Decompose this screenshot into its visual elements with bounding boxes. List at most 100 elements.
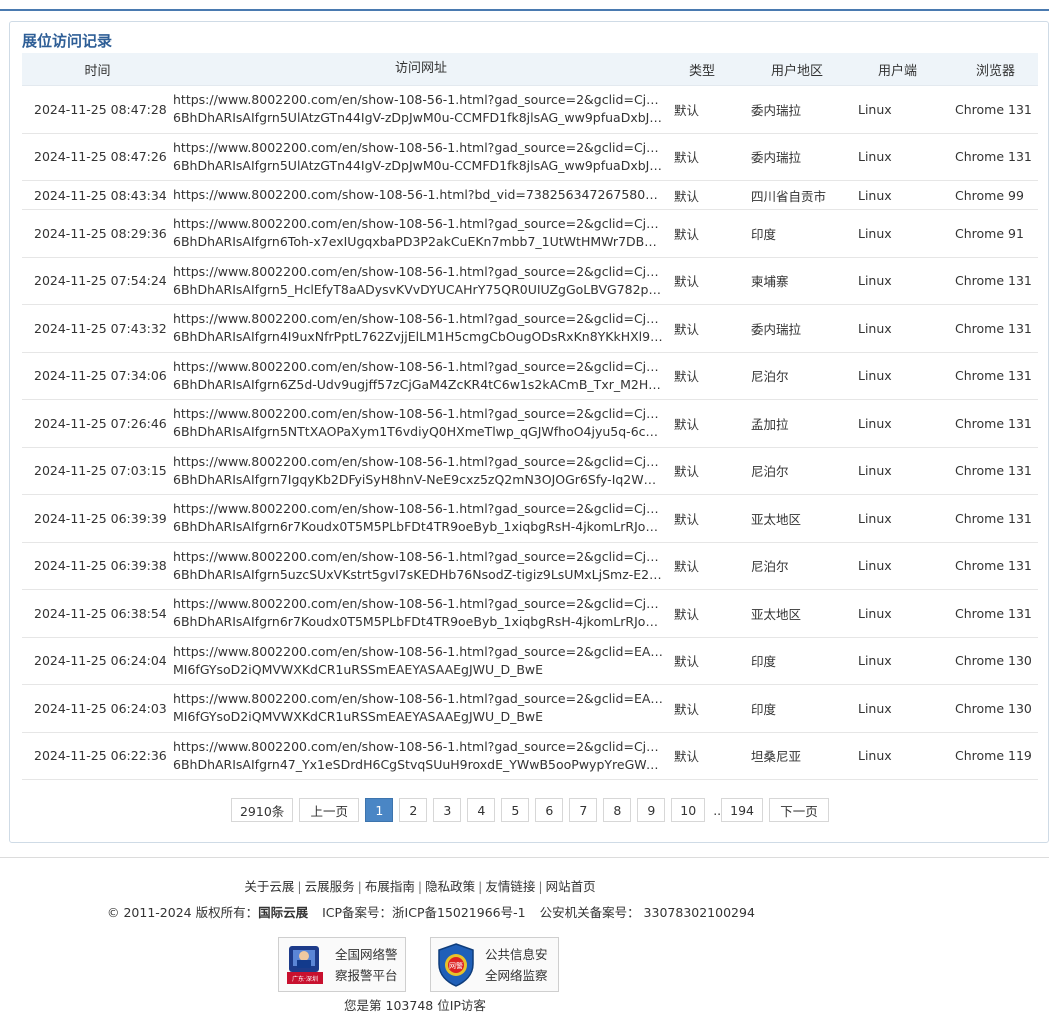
url-line[interactable]: https://www.8002200.com/en/show-108-56-1… bbox=[173, 500, 663, 518]
page-button-4[interactable]: 4 bbox=[467, 798, 496, 822]
cell-client: Linux bbox=[858, 748, 892, 764]
url-line[interactable]: 6BhDhARIsAIfgrn5NTtXAOPaXym1T6vdiyQ0HXme… bbox=[173, 423, 663, 441]
badge1-line1: 全国网络警 bbox=[335, 946, 398, 962]
prev-page-button[interactable]: 上一页 bbox=[299, 798, 360, 822]
cell-url[interactable]: https://www.8002200.com/en/show-108-56-1… bbox=[173, 139, 669, 175]
url-line[interactable]: https://www.8002200.com/en/show-108-56-1… bbox=[173, 595, 663, 613]
cell-region: 柬埔寨 bbox=[751, 274, 789, 290]
cell-time: 2024-11-25 07:34:06 bbox=[34, 368, 167, 384]
page-button-2[interactable]: 2 bbox=[399, 798, 428, 822]
url-line[interactable]: 6BhDhARIsAIfgrn5uzcSUxVKstrt5gvI7sKEDHb7… bbox=[173, 566, 663, 584]
cell-region: 孟加拉 bbox=[751, 416, 789, 432]
icp-link[interactable]: ICP备案号：浙ICP备15021966号-1 bbox=[322, 905, 526, 920]
cell-region: 尼泊尔 bbox=[751, 464, 789, 480]
url-line[interactable]: https://www.8002200.com/en/show-108-56-1… bbox=[173, 139, 663, 157]
cell-client: Linux bbox=[858, 605, 892, 621]
police-report-platform-badge[interactable]: 广东·深圳 全国网络警 察报警平台 bbox=[278, 937, 406, 992]
footer-link[interactable]: 云展服务 bbox=[305, 879, 355, 894]
cell-url[interactable]: https://www.8002200.com/show-108-56-1.ht… bbox=[173, 186, 669, 204]
footer-link[interactable]: 隐私政策 bbox=[425, 879, 475, 894]
cell-client: Linux bbox=[858, 273, 892, 289]
cell-browser: Chrome 130 bbox=[955, 653, 1032, 669]
footer-link[interactable]: 关于云展 bbox=[244, 879, 294, 894]
url-line[interactable]: https://www.8002200.com/en/show-108-56-1… bbox=[173, 215, 663, 233]
cell-url[interactable]: https://www.8002200.com/en/show-108-56-1… bbox=[173, 91, 669, 127]
badge2-line2: 全网络监察 bbox=[485, 967, 548, 983]
url-line[interactable]: 6BhDhARIsAIfgrn6r7Koudx0T5M5PLbFDt4TR9oe… bbox=[173, 518, 663, 536]
url-line[interactable]: https://www.8002200.com/en/show-108-56-1… bbox=[173, 690, 663, 708]
network-security-badge[interactable]: 网警 公共信息安 全网络监察 bbox=[430, 937, 559, 992]
url-line[interactable]: 6BhDhARIsAIfgrn6Toh-x7exIUgqxbaPD3P2akCu… bbox=[173, 233, 663, 251]
page-button-9[interactable]: 9 bbox=[637, 798, 666, 822]
cell-url[interactable]: https://www.8002200.com/en/show-108-56-1… bbox=[173, 215, 669, 251]
cell-time: 2024-11-25 08:47:26 bbox=[34, 149, 167, 165]
url-line[interactable]: https://www.8002200.com/show-108-56-1.ht… bbox=[173, 186, 663, 204]
url-line[interactable]: https://www.8002200.com/en/show-108-56-1… bbox=[173, 405, 663, 423]
url-line[interactable]: https://www.8002200.com/en/show-108-56-1… bbox=[173, 358, 663, 376]
url-line[interactable]: https://www.8002200.com/en/show-108-56-1… bbox=[173, 453, 663, 471]
cell-url[interactable]: https://www.8002200.com/en/show-108-56-1… bbox=[173, 453, 669, 489]
cell-browser: Chrome 131 bbox=[955, 101, 1032, 117]
table-row: 2024-11-25 08:43:34 https://www.8002200.c… bbox=[22, 181, 1038, 210]
cell-url[interactable]: https://www.8002200.com/en/show-108-56-1… bbox=[173, 738, 669, 774]
cell-client: Linux bbox=[858, 101, 892, 117]
url-line[interactable]: 6BhDhARIsAIfgrn5UlAtzGTn44IgV-zDpJwM0u-C… bbox=[173, 109, 663, 127]
url-line[interactable]: 6BhDhARIsAIfgrn5_HclEfyT8aADysvKVvDYUCAH… bbox=[173, 281, 663, 299]
page-button-1[interactable]: 1 bbox=[365, 798, 394, 822]
page-button-3[interactable]: 3 bbox=[433, 798, 462, 822]
cell-browser: Chrome 99 bbox=[955, 187, 1024, 203]
page-button-8[interactable]: 8 bbox=[603, 798, 632, 822]
page-button-5[interactable]: 5 bbox=[501, 798, 530, 822]
cell-type: 默认 bbox=[674, 701, 700, 717]
cell-type: 默认 bbox=[674, 226, 700, 242]
cell-url[interactable]: https://www.8002200.com/en/show-108-56-1… bbox=[173, 358, 669, 394]
cell-type: 默认 bbox=[674, 464, 700, 480]
url-line[interactable]: https://www.8002200.com/en/show-108-56-1… bbox=[173, 91, 663, 109]
cell-region: 印度 bbox=[751, 654, 777, 670]
url-line[interactable]: 6BhDhARIsAIfgrn4I9uxNfrPptL762ZvjjElLM1H… bbox=[173, 328, 663, 346]
url-line[interactable]: https://www.8002200.com/en/show-108-56-1… bbox=[173, 643, 663, 661]
cell-type: 默认 bbox=[674, 369, 700, 385]
cell-client: Linux bbox=[858, 653, 892, 669]
cell-time: 2024-11-25 06:38:54 bbox=[34, 605, 167, 621]
cell-time: 2024-11-25 06:24:04 bbox=[34, 653, 167, 669]
cell-time: 2024-11-25 08:47:28 bbox=[34, 101, 167, 117]
url-line[interactable]: 6BhDhARIsAIfgrn6r7Koudx0T5M5PLbFDt4TR9oe… bbox=[173, 613, 663, 631]
url-line[interactable]: https://www.8002200.com/en/show-108-56-1… bbox=[173, 263, 663, 281]
footer-separator: | bbox=[417, 879, 423, 894]
next-page-button[interactable]: 下一页 bbox=[769, 798, 830, 822]
visit-log-table: 时间 访问网址 类型 用户地区 用户端 浏览器 2024-11-25 08:47… bbox=[22, 53, 1038, 780]
cell-type: 默认 bbox=[674, 606, 700, 622]
url-line[interactable]: 6BhDhARIsAIfgrn47_Yx1eSDrdH6CgStvqSUuH9r… bbox=[173, 756, 663, 774]
url-line[interactable]: https://www.8002200.com/en/show-108-56-1… bbox=[173, 310, 663, 328]
cell-url[interactable]: https://www.8002200.com/en/show-108-56-1… bbox=[173, 263, 669, 299]
cell-type: 默认 bbox=[674, 654, 700, 670]
cell-url[interactable]: https://www.8002200.com/en/show-108-56-1… bbox=[173, 405, 669, 441]
footer-link[interactable]: 网站首页 bbox=[546, 879, 596, 894]
url-line[interactable]: MI6fGYsoD2iQMVWXKdCR1uRSSmEAEYASAAEgJWU_… bbox=[173, 661, 663, 679]
cell-url[interactable]: https://www.8002200.com/en/show-108-56-1… bbox=[173, 310, 669, 346]
footer-link[interactable]: 友情链接 bbox=[485, 879, 535, 894]
cell-url[interactable]: https://www.8002200.com/en/show-108-56-1… bbox=[173, 643, 669, 679]
url-line[interactable]: 6BhDhARIsAIfgrn7IgqyKb2DFyiSyH8hnV-NeE9c… bbox=[173, 471, 663, 489]
cell-url[interactable]: https://www.8002200.com/en/show-108-56-1… bbox=[173, 500, 669, 536]
cell-url[interactable]: https://www.8002200.com/en/show-108-56-1… bbox=[173, 690, 669, 726]
url-line[interactable]: https://www.8002200.com/en/show-108-56-1… bbox=[173, 738, 663, 756]
url-line[interactable]: 6BhDhARIsAIfgrn5UlAtzGTn44IgV-zDpJwM0u-C… bbox=[173, 157, 663, 175]
cell-client: Linux bbox=[858, 463, 892, 479]
footer-link[interactable]: 布展指南 bbox=[365, 879, 415, 894]
cell-browser: Chrome 131 bbox=[955, 463, 1032, 479]
url-line[interactable]: 6BhDhARIsAIfgrn6Z5d-Udv9ugjff57zCjGaM4Zc… bbox=[173, 376, 663, 394]
cell-url[interactable]: https://www.8002200.com/en/show-108-56-1… bbox=[173, 548, 669, 584]
page-button-last[interactable]: 194 bbox=[721, 798, 764, 822]
url-line[interactable]: https://www.8002200.com/en/show-108-56-1… bbox=[173, 548, 663, 566]
page-button-10[interactable]: 10 bbox=[671, 798, 706, 822]
page-button-7[interactable]: 7 bbox=[569, 798, 598, 822]
visit-log-panel: 展位访问记录 时间 访问网址 类型 用户地区 用户端 浏览器 2024-11-2… bbox=[9, 21, 1049, 843]
page-button-6[interactable]: 6 bbox=[535, 798, 564, 822]
cell-url[interactable]: https://www.8002200.com/en/show-108-56-1… bbox=[173, 595, 669, 631]
table-row: 2024-11-25 07:54:24 https://www.8002200.c… bbox=[22, 258, 1038, 305]
cell-browser: Chrome 130 bbox=[955, 700, 1032, 716]
url-line[interactable]: MI6fGYsoD2iQMVWXKdCR1uRSSmEAEYASAAEgJWU_… bbox=[173, 708, 663, 726]
cell-type: 默认 bbox=[674, 416, 700, 432]
